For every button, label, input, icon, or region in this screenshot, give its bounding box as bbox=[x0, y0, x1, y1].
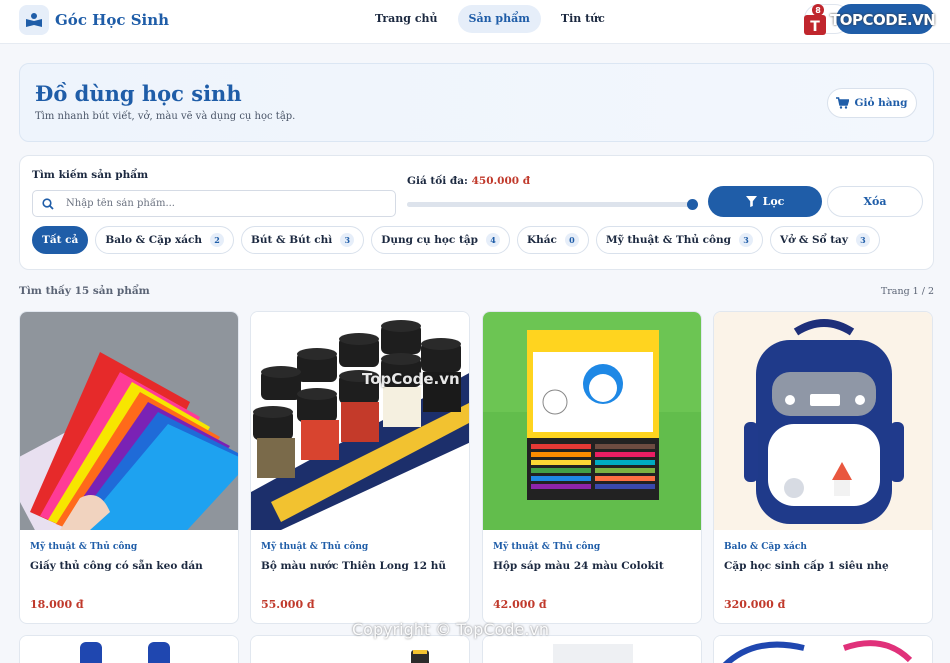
product-category: Balo & Cặp xách bbox=[724, 542, 807, 552]
chip-my-thuat-thu-cong[interactable]: Mỹ thuật & Thủ công 3 bbox=[595, 226, 764, 254]
chip-label: Bút & Bút chì bbox=[251, 234, 333, 246]
result-count: Tìm thấy 15 sản phẩm bbox=[19, 285, 150, 297]
product-category: Mỹ thuật & Thủ công bbox=[261, 542, 369, 552]
product-image[interactable] bbox=[483, 312, 701, 530]
page-subtitle: Tìm nhanh bút viết, vở, màu vẽ và dụng c… bbox=[35, 111, 296, 122]
clear-button[interactable]: Xóa bbox=[827, 186, 923, 217]
product-name[interactable]: Cặp học sinh cấp 1 siêu nhẹ bbox=[724, 560, 889, 572]
chip-count-badge: 3 bbox=[739, 233, 754, 247]
product-image[interactable] bbox=[483, 636, 702, 663]
filter-panel: Tìm kiếm sản phẩm Giá tối đa: 450.000 đ … bbox=[19, 155, 934, 270]
chip-balo-cap-xach[interactable]: Balo & Cặp xách 2 bbox=[95, 226, 235, 254]
product-price: 55.000 đ bbox=[261, 598, 315, 611]
chip-dung-cu-hoc-tap[interactable]: Dụng cụ học tập 4 bbox=[371, 226, 510, 254]
chip-count-badge: 4 bbox=[485, 233, 500, 247]
cart-button[interactable]: Giỏ hàng bbox=[827, 88, 917, 118]
chip-label: Vở & Sổ tay bbox=[780, 234, 848, 246]
search-icon bbox=[42, 197, 54, 210]
page-title: Đồ dùng học sinh bbox=[35, 81, 242, 106]
product-name[interactable]: Giấy thủ công có sẵn keo dán bbox=[30, 560, 203, 572]
product-image[interactable] bbox=[20, 312, 238, 530]
brand-name: Góc Học Sinh bbox=[55, 11, 170, 29]
page-indicator: Trang 1 / 2 bbox=[880, 286, 934, 297]
product-card[interactable] bbox=[19, 635, 239, 663]
product-card[interactable] bbox=[713, 635, 933, 663]
brand[interactable]: Góc Học Sinh bbox=[19, 5, 169, 35]
max-price-caption: Giá tối đa: bbox=[407, 175, 468, 187]
cart-button-label: Giỏ hàng bbox=[854, 97, 908, 109]
product-name[interactable]: Hộp sáp màu 24 màu Colokit bbox=[493, 560, 664, 572]
chip-label: Dụng cụ học tập bbox=[381, 234, 478, 246]
chip-count-badge: 3 bbox=[855, 233, 870, 247]
product-card[interactable]: Mỹ thuật & Thủ công Hộp sáp màu 24 màu C… bbox=[482, 311, 702, 624]
chip-khac[interactable]: Khác 0 bbox=[516, 226, 589, 254]
price-slider-thumb[interactable] bbox=[687, 199, 698, 210]
max-price-label: Giá tối đa: 450.000 đ bbox=[407, 175, 530, 187]
search-label: Tìm kiếm sản phẩm bbox=[32, 169, 149, 181]
cart-icon bbox=[836, 97, 850, 109]
filter-button-label: Lọc bbox=[762, 195, 785, 208]
price-slider[interactable] bbox=[407, 199, 698, 210]
page-hero: Đồ dùng học sinh Tìm nhanh bút viết, vở,… bbox=[19, 63, 934, 142]
chip-count-badge: 0 bbox=[564, 233, 579, 247]
product-image[interactable] bbox=[20, 636, 239, 663]
product-price: 320.000 đ bbox=[724, 598, 786, 611]
chip-label: Mỹ thuật & Thủ công bbox=[605, 234, 732, 246]
svg-text:T: T bbox=[810, 19, 820, 35]
nav-news[interactable]: Tin tức bbox=[550, 5, 616, 33]
product-card[interactable]: Mỹ thuật & Thủ công Giấy thủ công có sẵn… bbox=[19, 311, 239, 624]
product-category: Mỹ thuật & Thủ công bbox=[30, 542, 138, 552]
product-card[interactable]: Balo & Cặp xách Cặp học sinh cấp 1 siêu … bbox=[713, 311, 933, 624]
chip-label: Khác bbox=[526, 234, 557, 246]
product-card[interactable]: Mỹ thuật & Thủ công Bộ màu nước Thiên Lo… bbox=[250, 311, 470, 624]
book-logo-icon bbox=[19, 5, 49, 35]
chip-count-badge: 2 bbox=[210, 233, 225, 247]
product-card[interactable] bbox=[250, 635, 470, 663]
product-image[interactable] bbox=[714, 312, 932, 530]
chip-count-badge: 3 bbox=[340, 233, 355, 247]
product-image[interactable] bbox=[251, 636, 470, 663]
topcode-logo-icon: 8 T bbox=[802, 3, 828, 37]
product-price: 42.000 đ bbox=[493, 598, 547, 611]
watermark-logo: 8 T TOPCODE.VN bbox=[802, 3, 936, 37]
nav-home[interactable]: Trang chủ bbox=[364, 5, 449, 33]
price-slider-fill bbox=[407, 202, 692, 207]
product-image[interactable] bbox=[251, 312, 469, 530]
product-card[interactable] bbox=[482, 635, 702, 663]
chip-label: Tất cả bbox=[42, 234, 79, 246]
nav-products[interactable]: Sản phẩm bbox=[457, 5, 541, 33]
watermark-logo-text: TOPCODE.VN bbox=[830, 11, 936, 29]
watermark-copyright: Copyright © TopCode.vn bbox=[352, 620, 550, 639]
product-name[interactable]: Bộ màu nước Thiên Long 12 hũ bbox=[261, 560, 446, 572]
search-box[interactable] bbox=[32, 190, 396, 217]
product-category: Mỹ thuật & Thủ công bbox=[493, 542, 601, 552]
funnel-icon bbox=[745, 196, 757, 207]
filter-button[interactable]: Lọc bbox=[708, 186, 822, 217]
chip-vo-so-tay[interactable]: Vở & Sổ tay 3 bbox=[770, 226, 880, 254]
watermark-center: TopCode.vn bbox=[362, 370, 460, 388]
product-price: 18.000 đ bbox=[30, 598, 84, 611]
search-input[interactable] bbox=[66, 198, 366, 209]
category-chips: Tất cả Balo & Cặp xách 2 Bút & Bút chì 3… bbox=[32, 226, 887, 254]
chip-label: Balo & Cặp xách bbox=[105, 234, 203, 246]
main-nav: Trang chủ Sản phẩm Tin tức bbox=[364, 5, 625, 33]
product-image[interactable] bbox=[714, 636, 933, 663]
svg-text:8: 8 bbox=[815, 6, 821, 15]
max-price-value: 450.000 đ bbox=[471, 175, 531, 187]
chip-but-but-chi[interactable]: Bút & Bút chì 3 bbox=[241, 226, 365, 254]
chip-all[interactable]: Tất cả bbox=[32, 226, 89, 254]
